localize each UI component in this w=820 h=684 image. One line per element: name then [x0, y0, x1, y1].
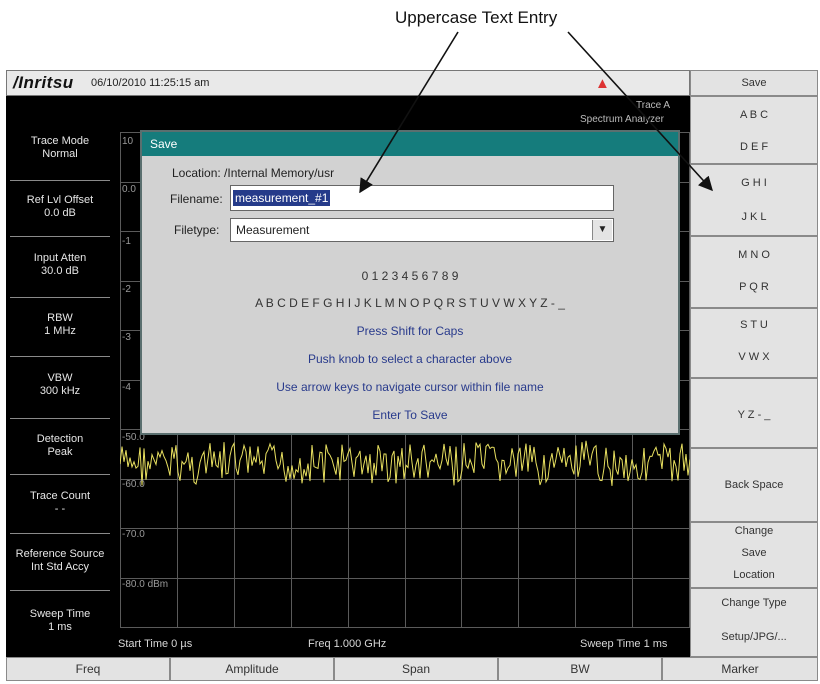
softkey-ghi-jkl[interactable]: G H I J K L [690, 164, 818, 236]
param-divider [10, 297, 110, 298]
mode-label: Spectrum Analyzer [580, 114, 664, 125]
menu-amplitude[interactable]: Amplitude [170, 657, 334, 681]
knob-hint: Push knob to select a character above [307, 352, 513, 366]
y-tick-label: -4 [122, 382, 131, 393]
softkey-menu-title: Save [690, 70, 818, 96]
y-tick-label: 0.0 [122, 184, 136, 195]
filename-input[interactable]: measurement_#1 [230, 185, 614, 211]
menu-freq[interactable]: Freq [6, 657, 170, 681]
y-tick-label: -3 [122, 332, 131, 343]
brand-logo: /Inritsu [13, 73, 74, 92]
param-rbw: RBW 1 MHz [44, 312, 76, 337]
softkey-abc-def[interactable]: A B C D E F [690, 96, 818, 164]
y-tick-label: -2 [122, 284, 131, 295]
param-divider [10, 180, 110, 181]
param-divider [10, 236, 110, 237]
param-vbw: VBW 300 kHz [39, 372, 81, 397]
softkey-mno-pqr[interactable]: M N O P Q R [690, 236, 818, 308]
menu-bw[interactable]: BW [498, 657, 662, 681]
digit-characters[interactable]: 0 1 2 3 4 5 6 7 8 9 [142, 269, 678, 283]
arrow-keys-hint: Use arrow keys to navigate cursor within… [276, 380, 544, 394]
datetime-display: 06/10/2010 11:25:15 am [91, 77, 210, 89]
param-input-atten: Input Atten 30.0 dB [33, 252, 87, 277]
param-sweep-time: Sweep Time 1 ms [29, 608, 91, 633]
start-time-readout: Start Time 0 µs [118, 638, 193, 650]
status-bar: /Inritsu 06/10/2010 11:25:15 am ▲ [6, 70, 690, 96]
param-divider [10, 418, 110, 419]
location-text: Location: /Internal Memory/usr [172, 166, 335, 180]
back-space-button[interactable]: Back Space [690, 448, 818, 522]
menu-span[interactable]: Span [334, 657, 498, 681]
param-divider [10, 590, 110, 591]
softkey-panel: Save A B C D E F G H I J K L M N O P Q R… [690, 70, 818, 657]
y-tick-label: 10 [122, 136, 134, 147]
save-dialog: Save Location: /Internal Memory/usr File… [140, 130, 680, 435]
shift-hint: Press Shift for Caps [356, 324, 464, 338]
y-tick-label: -80.0 dBm [122, 579, 169, 590]
y-tick-label: -1 [122, 236, 131, 247]
trace-label: Trace A [636, 100, 671, 111]
param-divider [10, 356, 110, 357]
main-menu-bar: Freq Amplitude Span BW Marker [6, 657, 818, 681]
filetype-value: Measurement [236, 223, 310, 237]
letter-characters[interactable]: A B C D E F G H I J K L M N O P Q R S T … [142, 296, 678, 310]
dialog-title: Save [150, 137, 178, 151]
param-divider [10, 533, 110, 534]
center-freq-readout: Freq 1.000 GHz [308, 638, 387, 650]
param-ref-lvl-offset: Ref Lvl Offset 0.0 dB [26, 194, 94, 219]
left-parameter-panel: Trace Mode Normal Ref Lvl Offset 0.0 dB In… [6, 96, 114, 657]
softkey-yz-dash-underscore[interactable]: Y Z - _ [690, 378, 818, 448]
filetype-label: Filetype: [174, 223, 220, 237]
change-type-button[interactable]: Change Type Setup/JPG/... [690, 588, 818, 657]
softkey-stu-vwx[interactable]: S T U V W X [690, 308, 818, 378]
dialog-title-bar: Save [142, 132, 678, 156]
param-trace-count: Trace Count - - [29, 490, 91, 515]
y-tick-label: -60.0 [122, 479, 145, 490]
power-plug-icon: ▲ [595, 75, 610, 92]
filetype-select[interactable]: Measurement ▼ [230, 218, 614, 242]
param-reference-source: Reference Source Int Std Accy [15, 548, 105, 573]
callout-label: Uppercase Text Entry [395, 8, 558, 27]
menu-marker[interactable]: Marker [662, 657, 818, 681]
y-tick-label: -70.0 [122, 529, 145, 540]
param-divider [10, 474, 110, 475]
change-save-location-button[interactable]: Change Save Location [690, 522, 818, 588]
chevron-down-icon[interactable]: ▼ [592, 220, 612, 240]
param-trace-mode: Trace Mode Normal [30, 135, 90, 160]
param-detection: Detection Peak [36, 433, 84, 458]
filename-label: Filename: [170, 192, 223, 206]
enter-hint: Enter To Save [372, 408, 448, 422]
sweep-time-readout: Sweep Time 1 ms [580, 638, 668, 650]
filename-value: measurement_#1 [233, 190, 331, 206]
